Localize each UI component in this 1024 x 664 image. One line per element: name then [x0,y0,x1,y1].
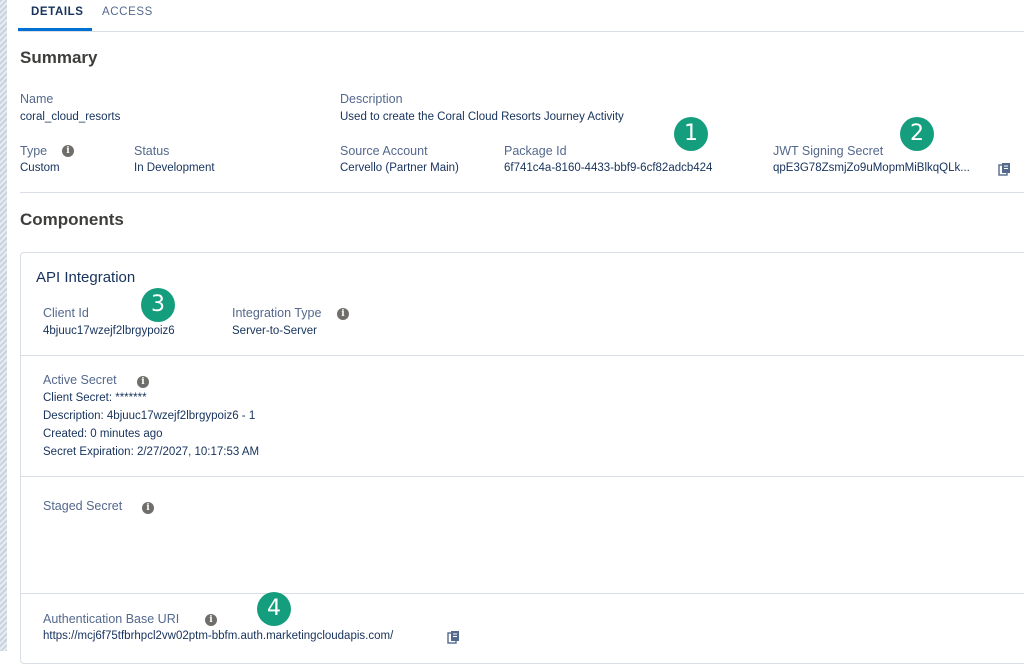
tab-bar: DETAILS ACCESS [18,0,1024,32]
info-icon[interactable]: i [142,502,154,514]
info-icon[interactable]: i [137,376,149,388]
package-id-label: Package Id [504,144,567,158]
tab-access[interactable]: ACCESS [102,6,153,18]
name-label: Name [20,92,54,106]
annotation-badge-2: 2 [900,117,934,151]
copy-icon[interactable] [998,162,1012,176]
components-heading: Components [20,210,124,229]
description-value: Used to create the Coral Cloud Resorts J… [340,111,624,123]
active-secret-label: Active Secret [43,373,117,387]
api-integration-title: API Integration [36,269,136,286]
summary-heading: Summary [20,48,98,67]
source-account-label: Source Account [340,144,428,158]
secret-expiration-line: Secret Expiration: 2/27/2027, 10:17:53 A… [43,446,260,458]
annotation-badge-4: 4 [257,592,291,626]
annotation-badge-3: 3 [141,288,175,322]
info-icon[interactable]: i [205,614,217,626]
auth-base-uri-label: Authentication Base URI [43,612,180,626]
jwt-signing-secret-label: JWT Signing Secret [773,144,884,158]
active-tab-indicator [18,28,92,31]
card-divider [21,355,1024,356]
section-divider [20,192,1024,193]
package-id-value: 6f741c4a-8160-4433-bbf9-6cf82adcb424 [504,162,713,174]
client-id-label: Client Id [43,306,89,320]
name-value: coral_cloud_resorts [20,111,121,123]
description-label: Description [340,92,403,106]
client-secret-line: Client Secret: ******* [43,392,147,404]
integration-type-label: Integration Type [232,306,322,320]
status-value: In Development [134,162,215,174]
jwt-signing-secret-value: qpE3G78ZsmjZo9uMopmMiBlkqQLk... [773,162,970,174]
tab-details[interactable]: DETAILS [31,6,84,18]
type-value: Custom [20,162,60,174]
auth-base-uri-value: https://mcj6f75tfbrhpcl2vw02ptm-bbfm.aut… [43,630,394,642]
info-icon[interactable]: i [337,308,349,320]
info-icon[interactable]: i [62,145,74,157]
annotation-badge-1: 1 [674,117,708,151]
secret-created-line: Created: 0 minutes ago [43,428,163,440]
type-label: Type [20,144,48,158]
status-label: Status [134,144,170,158]
copy-icon[interactable] [447,630,461,644]
staged-secret-label: Staged Secret [43,499,123,513]
source-account-value: Cervello (Partner Main) [340,162,459,174]
api-integration-card: API Integration Client Id 4bjuuc17wzejf2… [20,252,1024,664]
card-divider [21,476,1024,477]
window-edge [0,0,7,651]
client-id-value: 4bjuuc17wzejf2lbrgypoiz6 [43,325,175,337]
integration-type-value: Server-to-Server [232,325,317,337]
card-divider [21,593,1024,594]
secret-description-line: Description: 4bjuuc17wzejf2lbrgypoiz6 - … [43,410,256,422]
